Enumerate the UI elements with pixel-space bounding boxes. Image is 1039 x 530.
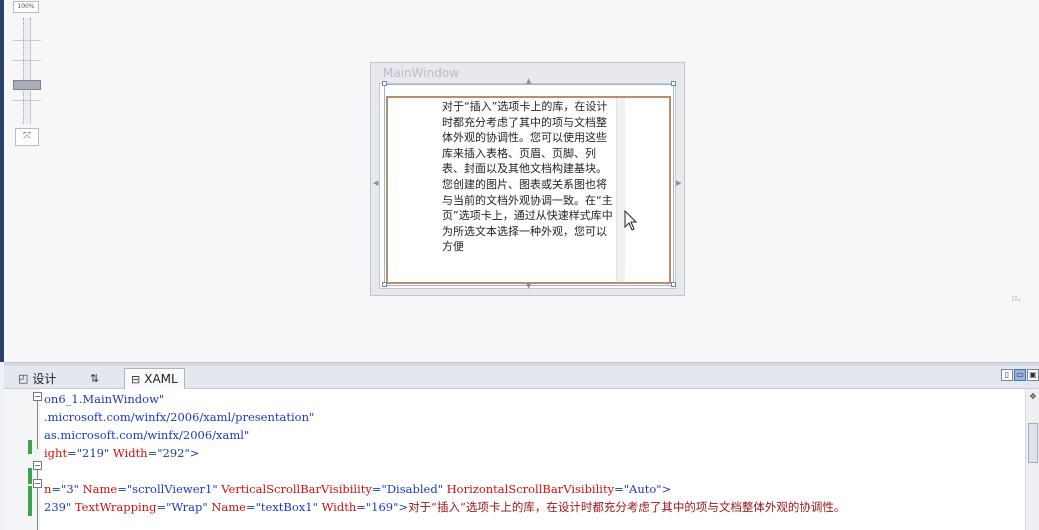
- mouse-pointer-icon: [624, 210, 638, 231]
- textbox-right-margin: [616, 98, 625, 282]
- design-surface[interactable]: 100% ⤧ MainWindow 对于“插入”选项卡上的库，在设计时都充分考虑…: [4, 0, 1039, 362]
- window-title: MainWindow: [383, 66, 459, 80]
- design-view-icon: ◰: [18, 371, 29, 385]
- textbox1-preview[interactable]: 对于“插入”选项卡上的库，在设计时都充分考虑了其中的项与文档整体外观的协调性。您…: [386, 96, 671, 284]
- swap-panes-icon: ⇅: [90, 371, 100, 385]
- zoom-tick: [13, 40, 41, 41]
- xaml-designer-window: 100% ⤧ MainWindow 对于“插入”选项卡上的库，在设计时都充分考虑…: [0, 0, 1039, 530]
- tab-design[interactable]: ◰ 设计: [12, 368, 62, 388]
- resize-handle-bottom-right[interactable]: [671, 282, 676, 287]
- anchor-arrow-top-icon: ▲: [526, 77, 532, 85]
- scrollbar-thumb[interactable]: [1028, 423, 1038, 463]
- code-line[interactable]: ight="219" Width="292">: [44, 444, 199, 462]
- code-token: ="Wrap": [156, 500, 212, 514]
- scroll-split-icon[interactable]: ✥: [1027, 391, 1039, 403]
- code-token: TextWrapping: [74, 500, 157, 514]
- resize-handle-bottom-left[interactable]: [382, 282, 387, 287]
- collapse-pane-button[interactable]: ▣: [1027, 369, 1039, 381]
- code-line[interactable]: .microsoft.com/winfx/2006/xaml/presentat…: [44, 408, 314, 426]
- resize-grip-icon[interactable]: [1012, 296, 1020, 302]
- tab-xaml[interactable]: ⊟ XAML: [124, 368, 185, 389]
- vertical-split-icon: ▯: [1004, 370, 1010, 379]
- vertical-split-button[interactable]: ▯: [1001, 369, 1013, 381]
- swap-panes-button[interactable]: ⇅: [84, 368, 105, 388]
- code-token: 对于“插入”选项卡上的库，在设计时都充分考虑了其中的项与文档整体外观的协调性。: [408, 500, 846, 514]
- collapse-toggle-icon[interactable]: −: [33, 479, 42, 488]
- code-token: ="Auto">: [614, 482, 672, 496]
- code-token: Width: [112, 446, 148, 460]
- zoom-level-label: 100%: [13, 1, 39, 13]
- anchor-arrow-right-icon: ▶: [676, 179, 682, 187]
- code-token: ="169">: [356, 500, 409, 514]
- change-marker: [28, 486, 32, 516]
- code-token: Name: [82, 482, 118, 496]
- resize-handle-top-left[interactable]: [382, 81, 387, 86]
- zoom-panel: 100% ⤧: [10, 0, 42, 148]
- code-token: ="textBox1": [245, 500, 322, 514]
- anchor-arrow-left-icon: ◀: [373, 179, 379, 187]
- outline-guide: [37, 401, 38, 449]
- code-token: VerticalScrollBarVisibility: [221, 482, 372, 496]
- outline-guide: [37, 467, 38, 530]
- code-token: ="219": [67, 446, 113, 460]
- code-token: .microsoft.com/winfx/2006/xaml/presentat…: [44, 410, 315, 424]
- code-line[interactable]: on6_1.MainWindow": [44, 390, 164, 408]
- anchor-arrow-bottom-icon: ▼: [526, 282, 532, 290]
- tab-design-label: 设计: [32, 371, 57, 386]
- code-token: on6_1.MainWindow": [44, 392, 165, 406]
- view-tab-bar: ◰ 设计 ⇅ ⊟ XAML ▯ ▭ ▣: [4, 366, 1039, 389]
- collapse-toggle-icon[interactable]: −: [33, 392, 42, 401]
- code-token: ="Disabled": [371, 482, 447, 496]
- textbox-content: 对于“插入”选项卡上的库，在设计时都充分考虑了其中的项与文档整体外观的协调性。您…: [442, 100, 613, 254]
- fit-to-window-icon: ⤧: [23, 131, 31, 142]
- code-token: HorizontalScrollBarVisibility: [446, 482, 615, 496]
- horizontal-split-icon: ▭: [1016, 370, 1024, 379]
- window-client-area[interactable]: 对于“插入”选项卡上的库，在设计时都充分考虑了其中的项与文档整体外观的协调性。您…: [373, 78, 681, 290]
- pane-layout-buttons: ▯ ▭ ▣: [1001, 369, 1039, 381]
- zoom-slider-thumb[interactable]: [13, 80, 41, 90]
- change-marker: [28, 468, 32, 484]
- horizontal-split-button[interactable]: ▭: [1014, 369, 1026, 381]
- code-line[interactable]: as.microsoft.com/winfx/2006/xaml": [44, 426, 249, 444]
- editor-vertical-scrollbar[interactable]: ✥: [1025, 389, 1039, 530]
- code-token: ight: [44, 446, 68, 460]
- zoom-tick: [13, 60, 41, 61]
- code-token: ="scrollViewer1": [117, 482, 222, 496]
- zoom-tick: [13, 100, 41, 101]
- xaml-view-icon: ⊟: [131, 372, 141, 386]
- zoom-slider-track[interactable]: [23, 18, 31, 124]
- mainwindow-preview[interactable]: MainWindow 对于“插入”选项卡上的库，在设计时都充分考虑了其中的项与文…: [370, 62, 685, 296]
- code-line[interactable]: n="3" Name="scrollViewer1" VerticalScrol…: [44, 480, 671, 498]
- code-token: ="3": [51, 482, 83, 496]
- code-token: Width: [321, 500, 357, 514]
- code-token: 239": [44, 500, 75, 514]
- resize-handle-top-right[interactable]: [671, 81, 676, 86]
- collapse-pane-icon: ▣: [1029, 370, 1037, 379]
- code-line[interactable]: 239" TextWrapping="Wrap" Name="textBox1"…: [44, 498, 845, 516]
- zoom-fit-button[interactable]: ⤧: [15, 128, 39, 146]
- editor-gutter: [4, 389, 40, 530]
- code-token: as.microsoft.com/winfx/2006/xaml": [44, 428, 250, 442]
- change-marker: [28, 440, 32, 454]
- tab-xaml-label: XAML: [144, 372, 178, 386]
- code-token: Name: [211, 500, 246, 514]
- collapse-toggle-icon[interactable]: −: [33, 461, 42, 470]
- xaml-code-editor[interactable]: − − − on6_1.MainWindow" .microsoft.com/wi…: [4, 389, 1025, 530]
- code-token: ="292">: [147, 446, 200, 460]
